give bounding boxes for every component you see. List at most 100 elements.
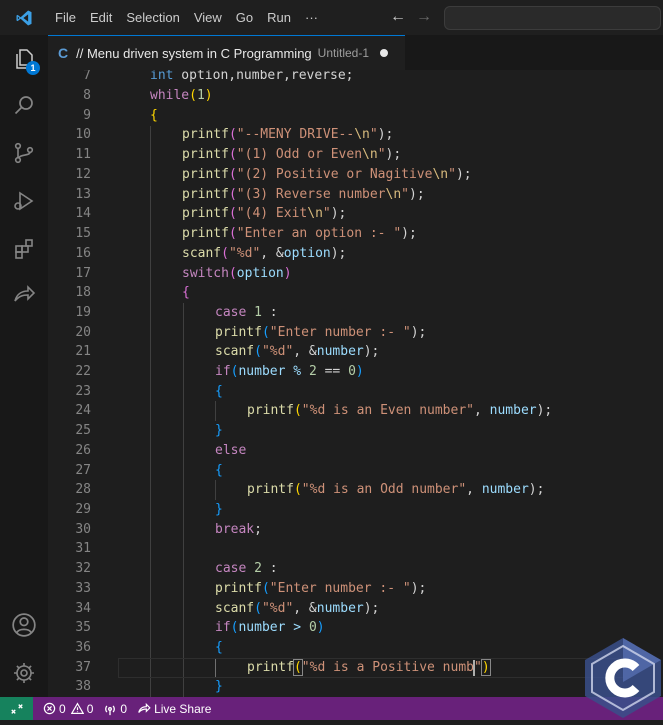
code-line: int option,number,reverse; (150, 70, 354, 83)
code-line: switch(option) (182, 266, 292, 281)
code-line: scanf("%d", &number); (215, 344, 380, 359)
remote-indicator-button[interactable] (0, 697, 33, 720)
line-number: 16 (75, 246, 91, 261)
code-line: case 2 : (215, 561, 278, 576)
line-number: 29 (75, 502, 91, 517)
code-line: printf("Enter an option :- "); (182, 226, 417, 241)
remote-icon (10, 703, 23, 714)
code-line: { (215, 463, 223, 478)
tab-title: // Menu driven system in C Programming (76, 45, 312, 61)
tab-untitled-1[interactable]: C // Menu driven system in C Programming… (48, 35, 405, 70)
c-file-icon: C (58, 45, 69, 61)
explorer-icon[interactable]: 1 (0, 37, 48, 81)
line-number: 27 (75, 463, 91, 478)
menu-view[interactable]: View (187, 0, 229, 35)
code-line: printf("Enter number :- "); (215, 581, 427, 596)
menu-more[interactable]: ··· (298, 0, 325, 35)
indent-guide (215, 401, 216, 421)
code-line: break; (215, 522, 262, 537)
title-bar: File Edit Selection View Go Run ··· ← → (0, 0, 663, 35)
code-line: { (182, 285, 190, 300)
line-number: 33 (75, 581, 91, 596)
code-line: if(number % 2 == 0) (215, 364, 364, 379)
menu-run[interactable]: Run (260, 0, 298, 35)
problems-status[interactable]: 0 0 (43, 702, 93, 716)
ports-status[interactable]: 0 (103, 702, 127, 716)
line-number: 19 (75, 305, 91, 320)
accounts-icon[interactable] (0, 603, 48, 647)
line-number: 25 (75, 423, 91, 438)
indent-guide (215, 480, 216, 500)
code-line: printf("(2) Positive or Nagitive\n"); (182, 167, 472, 182)
menu-selection[interactable]: Selection (119, 0, 186, 35)
live-share-label: Live Share (154, 701, 212, 716)
code-line: while(1) (150, 88, 213, 103)
forward-arrow-icon[interactable]: → (416, 8, 432, 26)
line-number: 30 (75, 522, 91, 537)
run-debug-icon[interactable] (0, 179, 48, 223)
code-line: { (215, 384, 223, 399)
line-number: 34 (75, 601, 91, 616)
line-number: 35 (75, 620, 91, 635)
indent-guide (183, 303, 184, 697)
line-number: 24 (75, 403, 91, 418)
code-line: } (215, 679, 223, 694)
code-line: } (215, 502, 223, 517)
line-number: 22 (75, 364, 91, 379)
line-number: 18 (75, 285, 91, 300)
line-number: 10 (75, 127, 91, 142)
code-line: printf("--MENY DRIVE--\n"); (182, 127, 394, 142)
command-center-search[interactable] (444, 6, 661, 30)
line-number: 8 (83, 88, 91, 103)
code-editor[interactable]: 7 8 9 10 11 12 13 14 15 16 17 18 19 20 2… (48, 70, 663, 697)
manage-gear-icon[interactable] (0, 651, 48, 695)
line-number: 26 (75, 443, 91, 458)
code-line: printf("%d is an Odd number", number); (247, 482, 545, 497)
warning-count: 0 (86, 701, 94, 716)
line-number: 37 (75, 660, 91, 675)
line-number: 11 (75, 147, 91, 162)
code-line: if(number > 0) (215, 620, 325, 635)
code-line-current: printf("%d is a Positive numb") (247, 659, 491, 676)
line-number: 32 (75, 561, 91, 576)
line-number: 13 (75, 187, 91, 202)
status-bar: 0 0 0 Live Share (0, 697, 663, 720)
code-line: scanf("%d", &number); (215, 601, 380, 616)
code-line: scanf("%d", &option); (182, 246, 347, 261)
line-number: 23 (75, 384, 91, 399)
code-line: printf("(4) Exit\n"); (182, 206, 347, 221)
indent-guide (150, 126, 151, 697)
code-line: { (150, 108, 158, 123)
warning-icon (70, 702, 84, 714)
back-arrow-icon[interactable]: ← (390, 8, 406, 26)
ports-antenna-icon (105, 704, 116, 715)
code-line: { (215, 640, 223, 655)
line-number: 14 (75, 206, 91, 221)
source-control-icon[interactable] (0, 131, 48, 175)
code-line: printf("Enter number :- "); (215, 325, 427, 340)
line-number: 15 (75, 226, 91, 241)
line-number: 21 (75, 344, 91, 359)
menu-edit[interactable]: Edit (83, 0, 119, 35)
line-number: 12 (75, 167, 91, 182)
error-icon (43, 702, 56, 715)
menu-go[interactable]: Go (229, 0, 260, 35)
line-number: 36 (75, 640, 91, 655)
line-number: 20 (75, 325, 91, 340)
code-line: printf("%d is an Even number", number); (247, 403, 553, 418)
activity-bar: 1 (0, 35, 48, 697)
code-line: case 1 : (215, 305, 278, 320)
line-number: 7 (83, 70, 91, 83)
extensions-icon[interactable] (0, 227, 48, 271)
editor-tab-bar: C // Menu driven system in C Programming… (48, 35, 663, 70)
code-line: printf("(3) Reverse number\n"); (182, 187, 425, 202)
line-number: 9 (83, 108, 91, 123)
menu-file[interactable]: File (48, 0, 83, 35)
line-number-gutter: 7 8 9 10 11 12 13 14 15 16 17 18 19 20 2… (48, 70, 93, 697)
search-icon[interactable] (0, 83, 48, 127)
live-share-icon[interactable] (0, 273, 48, 317)
unsaved-dot-icon[interactable] (380, 49, 389, 57)
vscode-logo-icon (0, 0, 48, 35)
live-share-status[interactable]: Live Share (137, 702, 211, 716)
ports-count: 0 (120, 701, 128, 716)
